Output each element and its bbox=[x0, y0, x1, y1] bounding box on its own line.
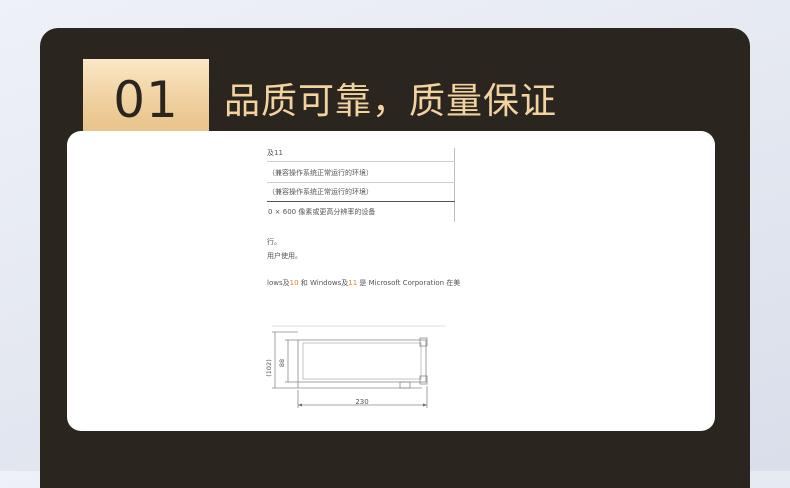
trademark-line: lows及10 和 Windows及11 是 Microsoft Corpora… bbox=[267, 278, 460, 288]
table-row: 0 × 600 像素或更高分辨率的设备 bbox=[268, 208, 376, 216]
device-foot bbox=[399, 381, 411, 389]
dimension-label-width: 230 bbox=[355, 398, 368, 406]
dimension-drawing: (102) 88 230 bbox=[265, 325, 445, 408]
table-divider bbox=[267, 201, 455, 202]
doc-note: 用户使用。 bbox=[267, 252, 302, 260]
section-number: 01 bbox=[113, 70, 179, 129]
table-row: （兼容操作系统正常运行的环境） bbox=[268, 188, 373, 196]
device-inner-outline bbox=[302, 342, 422, 380]
table-divider bbox=[267, 161, 455, 162]
trademark-text: 是 Microsoft Corporation 在美 bbox=[357, 279, 461, 287]
trademark-text: lows及 bbox=[267, 279, 290, 287]
trademark-highlight: 10 bbox=[289, 279, 299, 287]
table-row: （兼容操作系统正常运行的环境） bbox=[268, 169, 373, 177]
section-title: 品质可靠，质量保证 bbox=[224, 81, 558, 122]
table-right-border bbox=[454, 148, 455, 222]
trademark-highlight: 11 bbox=[348, 279, 358, 287]
trademark-text: 和 Windows及 bbox=[298, 279, 349, 287]
table-divider bbox=[267, 182, 455, 183]
dimension-label-height-total: (102) bbox=[265, 359, 273, 376]
doc-note: 行。 bbox=[267, 238, 281, 246]
table-row: 及11 bbox=[267, 149, 283, 157]
device-body-outline bbox=[297, 339, 427, 383]
section-number-badge: 01 bbox=[83, 59, 209, 140]
dimension-label-height: 88 bbox=[278, 359, 286, 367]
